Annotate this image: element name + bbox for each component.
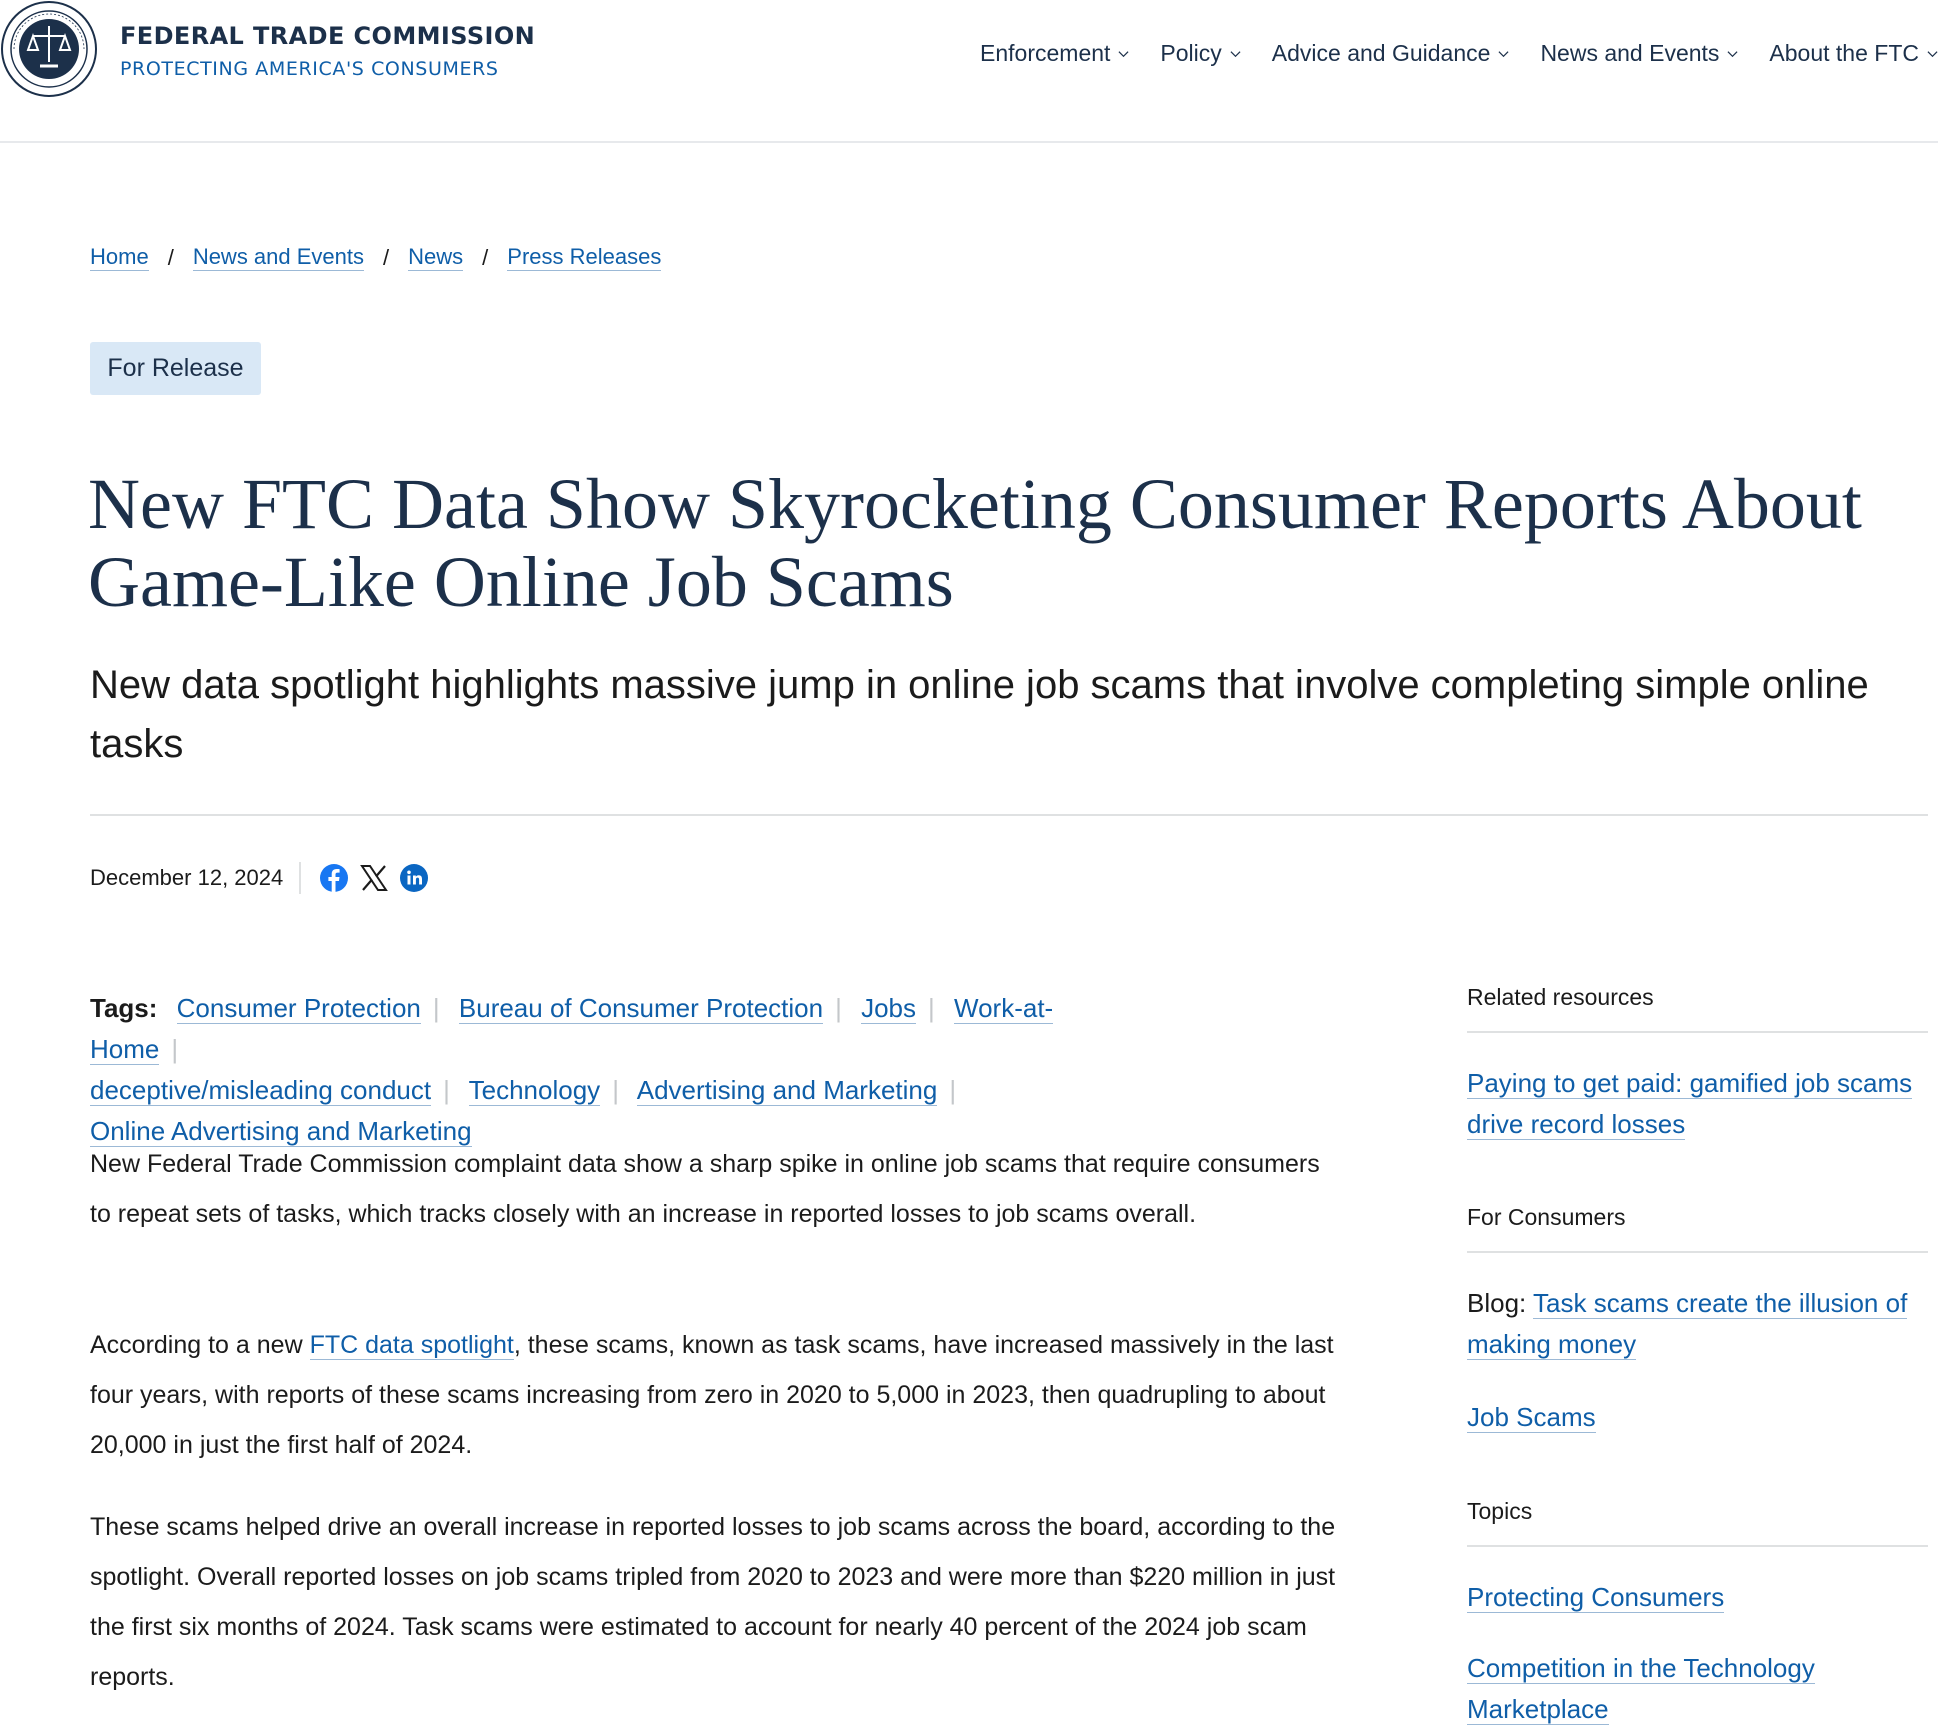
tag-link[interactable]: Consumer Protection	[176, 993, 421, 1024]
section-heading: For Consumers	[1467, 1204, 1928, 1253]
chevron-down-icon	[1727, 51, 1738, 58]
meta-divider	[299, 862, 302, 894]
paragraph-text: According to a new	[90, 1331, 310, 1359]
tag-separator: |	[949, 1075, 957, 1105]
breadcrumb-news[interactable]: News	[408, 244, 464, 272]
breadcrumb: Home / News and Events / News / Press Re…	[90, 244, 662, 272]
blog-prefix: Blog:	[1467, 1288, 1534, 1318]
chevron-down-icon	[1230, 51, 1241, 58]
breadcrumb-home[interactable]: Home	[90, 244, 149, 272]
nav-label: Policy	[1160, 40, 1222, 66]
breadcrumb-news-and-events[interactable]: News and Events	[192, 244, 365, 272]
site-header: FEDERAL TRADE COMMISSION PROTECTING AMER…	[0, 0, 1938, 143]
nav-news-and-events[interactable]: News and Events	[1540, 40, 1738, 67]
tags-list: Tags: Consumer Protection | Bureau of Con…	[90, 988, 1150, 1152]
breadcrumb-separator: /	[167, 244, 174, 270]
tag-separator: |	[432, 993, 440, 1023]
main-nav: Enforcement Policy Advice and Guidance N…	[949, 40, 1938, 67]
share-links	[319, 863, 439, 893]
topic-link[interactable]: Protecting Consumers	[1467, 1582, 1725, 1613]
nav-about-the-ftc[interactable]: About the FTC	[1769, 40, 1938, 67]
tag-separator: |	[443, 1075, 450, 1105]
agency-name: FEDERAL TRADE COMMISSION	[120, 22, 536, 50]
tags-label: Tags:	[90, 993, 158, 1023]
tag-separator: |	[928, 993, 935, 1023]
related-resource-link[interactable]: Paying to get paid: gamified job scams d…	[1467, 1068, 1913, 1140]
nav-label: Advice and Guidance	[1271, 40, 1491, 66]
nav-label: News and Events	[1540, 40, 1720, 66]
ftc-seal-logo[interactable]	[0, 0, 98, 98]
release-type-badge: For Release	[90, 342, 261, 395]
tag-separator: |	[612, 1075, 619, 1105]
chevron-down-icon	[1118, 51, 1129, 58]
chevron-down-icon	[1927, 51, 1938, 58]
divider	[90, 814, 1928, 816]
page-subtitle: New data spotlight highlights massive ju…	[90, 663, 1869, 766]
tag-separator: |	[835, 993, 842, 1023]
tag-link[interactable]: Bureau of Consumer Protection	[458, 993, 824, 1024]
tag-link[interactable]: deceptive/misleading conduct	[90, 1075, 432, 1106]
breadcrumb-press-releases[interactable]: Press Releases	[507, 244, 662, 272]
data-spotlight-link[interactable]: FTC data spotlight	[309, 1331, 514, 1360]
agency-tagline: PROTECTING AMERICA'S CONSUMERS	[120, 58, 499, 80]
topics-section: Topics Protecting Consumers Competition …	[1467, 1498, 1928, 1728]
topic-link[interactable]: Competition in the Technology Marketplac…	[1467, 1653, 1815, 1725]
body-paragraph: New Federal Trade Commission complaint d…	[90, 1150, 1320, 1228]
brand-block[interactable]: FEDERAL TRADE COMMISSION PROTECTING AMER…	[120, 22, 535, 80]
body-paragraph: According to a new FTC data spotlight, t…	[90, 1320, 1340, 1470]
job-scams-link[interactable]: Job Scams	[1467, 1402, 1596, 1433]
publish-date: December 12, 2024	[90, 865, 284, 890]
for-consumers-section: For Consumers Blog: Task scams create th…	[1467, 1204, 1928, 1438]
tag-link[interactable]: Advertising and Marketing	[636, 1075, 938, 1106]
nav-label: About the FTC	[1769, 40, 1919, 66]
chevron-down-icon	[1498, 51, 1509, 58]
nav-enforcement[interactable]: Enforcement	[980, 40, 1129, 67]
blog-link[interactable]: Task scams create the illusion of making…	[1467, 1288, 1908, 1360]
breadcrumb-separator: /	[482, 244, 489, 270]
tag-link[interactable]: Jobs	[861, 993, 917, 1024]
body-paragraph: These scams helped drive an overall incr…	[90, 1513, 1336, 1691]
nav-advice-and-guidance[interactable]: Advice and Guidance	[1272, 40, 1510, 67]
linkedin-icon[interactable]	[399, 863, 429, 893]
page-title: New FTC Data Show Skyrocketing Consumer …	[88, 464, 1862, 622]
x-icon[interactable]	[359, 863, 389, 893]
facebook-icon[interactable]	[319, 863, 349, 893]
section-heading: Related resources	[1467, 984, 1928, 1033]
tag-separator: |	[171, 1034, 179, 1064]
related-resources-section: Related resources Paying to get paid: ga…	[1467, 984, 1928, 1145]
breadcrumb-separator: /	[383, 244, 390, 270]
section-heading: Topics	[1467, 1498, 1928, 1547]
tag-link[interactable]: Technology	[468, 1075, 601, 1106]
nav-label: Enforcement	[980, 40, 1111, 66]
article-meta: December 12, 2024	[90, 862, 439, 894]
nav-policy[interactable]: Policy	[1160, 40, 1241, 67]
